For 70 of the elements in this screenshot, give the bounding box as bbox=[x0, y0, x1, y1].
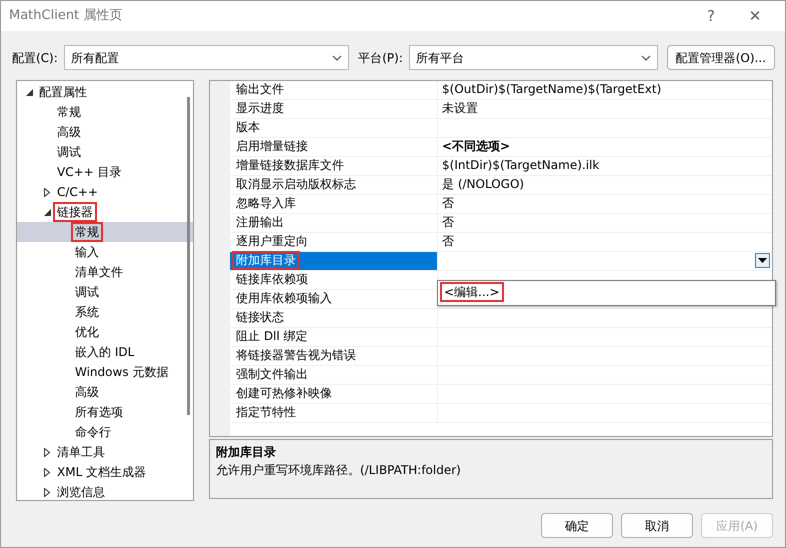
chevron-down-icon bbox=[332, 54, 342, 60]
tree-item[interactable]: 调试 bbox=[71, 282, 103, 302]
help-button[interactable]: ? bbox=[689, 4, 733, 28]
tree-item[interactable]: 浏览信息 bbox=[53, 482, 109, 500]
description-title: 附加库目录 bbox=[216, 444, 277, 461]
collapse-arrow-icon[interactable] bbox=[26, 88, 32, 96]
property-value: 否 bbox=[442, 196, 454, 210]
property-name[interactable]: 创建可热修补映像 bbox=[232, 384, 336, 402]
collapse-arrow-icon[interactable] bbox=[44, 208, 50, 216]
tree-item[interactable]: 链接器 bbox=[53, 202, 97, 222]
property-value: $(OutDir)$(TargetName)$(TargetExt) bbox=[442, 82, 662, 96]
caret-down-icon bbox=[758, 258, 767, 263]
dropdown-option[interactable]: <编辑...> bbox=[440, 282, 504, 302]
property-value: 否 bbox=[442, 234, 454, 248]
property-name[interactable]: 使用库依赖项输入 bbox=[232, 289, 336, 307]
config-label: 配置(C): bbox=[12, 50, 58, 66]
tree-item[interactable]: C/C++ bbox=[53, 182, 102, 202]
tree-item[interactable]: 常规 bbox=[53, 102, 85, 122]
dialog-button[interactable]: 取消 bbox=[621, 513, 693, 538]
expand-arrow-icon[interactable] bbox=[44, 188, 50, 196]
description-text: 允许用户重写环境库路径。(/LIBPATH:folder) bbox=[216, 462, 462, 479]
tree-item[interactable]: XML 文档生成器 bbox=[53, 462, 150, 482]
tree-item[interactable]: 高级 bbox=[53, 122, 85, 142]
property-name[interactable]: 链接状态 bbox=[232, 308, 288, 326]
property-name[interactable]: 版本 bbox=[232, 118, 264, 136]
property-name[interactable]: 阻止 Dll 绑定 bbox=[232, 327, 312, 345]
property-value: 是 (/NOLOGO) bbox=[442, 177, 524, 191]
tree-item[interactable]: 常规 bbox=[71, 222, 103, 242]
window-title: MathClient 属性页 bbox=[9, 7, 124, 26]
property-name[interactable]: 逐用户重定向 bbox=[232, 232, 312, 250]
dropdown-button[interactable] bbox=[755, 253, 770, 268]
property-name[interactable]: 启用增量链接 bbox=[232, 137, 312, 155]
property-name[interactable]: 强制文件输出 bbox=[232, 365, 312, 383]
property-name[interactable]: 注册输出 bbox=[232, 213, 288, 231]
tree-item[interactable]: 系统 bbox=[71, 302, 103, 322]
dialog-button[interactable]: 确定 bbox=[541, 513, 613, 538]
tree-item[interactable]: VC++ 目录 bbox=[53, 162, 126, 182]
tree-item[interactable]: 配置属性 bbox=[35, 82, 91, 102]
close-button[interactable]: ✕ bbox=[733, 4, 777, 28]
property-name[interactable]: 链接库依赖项 bbox=[232, 270, 312, 288]
property-value: <不同选项> bbox=[442, 139, 510, 153]
tree-item[interactable]: 所有选项 bbox=[71, 402, 127, 422]
property-value: $(IntDir)$(TargetName).ilk bbox=[442, 158, 600, 172]
tree-item[interactable]: 输入 bbox=[71, 242, 103, 262]
property-name[interactable]: 增量链接数据库文件 bbox=[232, 156, 348, 174]
tree-item[interactable]: 调试 bbox=[53, 142, 85, 162]
tree-item[interactable]: 优化 bbox=[71, 322, 103, 342]
property-value: 否 bbox=[442, 215, 454, 229]
tree-item[interactable]: 高级 bbox=[71, 382, 103, 402]
property-value: 未设置 bbox=[442, 101, 478, 115]
property-name[interactable]: 指定节特性 bbox=[232, 403, 300, 421]
platform-label: 平台(P): bbox=[358, 50, 403, 66]
tree-item[interactable]: 清单文件 bbox=[71, 262, 127, 282]
config-dropdown[interactable]: 所有配置 bbox=[64, 45, 350, 70]
property-name[interactable]: 输出文件 bbox=[232, 80, 288, 98]
config-manager-button[interactable]: 配置管理器(O)... bbox=[666, 45, 775, 70]
chevron-down-icon bbox=[640, 54, 651, 60]
property-name[interactable]: 将链接器警告视为错误 bbox=[232, 346, 360, 364]
tree-item[interactable]: 命令行 bbox=[71, 422, 115, 442]
scrollbar[interactable] bbox=[187, 97, 190, 415]
property-name[interactable]: 显示进度 bbox=[232, 99, 288, 117]
property-name[interactable]: 忽略导入库 bbox=[232, 194, 300, 212]
platform-dropdown[interactable]: 所有平台 bbox=[408, 45, 658, 70]
expand-arrow-icon[interactable] bbox=[44, 448, 50, 456]
expand-arrow-icon[interactable] bbox=[44, 468, 50, 476]
tree-item[interactable]: 清单工具 bbox=[53, 442, 109, 462]
expand-arrow-icon[interactable] bbox=[44, 488, 50, 496]
tree-item[interactable]: Windows 元数据 bbox=[71, 362, 172, 382]
property-name[interactable]: 取消显示启动版权标志 bbox=[232, 175, 360, 193]
tree-item[interactable]: 嵌入的 IDL bbox=[71, 342, 138, 362]
